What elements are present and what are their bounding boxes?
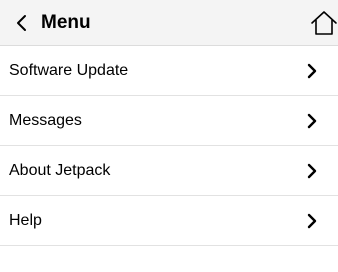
chevron-right-icon [307, 63, 317, 79]
menu-item-help[interactable]: Help [0, 196, 338, 246]
menu-item-label: About Jetpack [9, 162, 111, 179]
page-title: Menu [41, 12, 91, 33]
home-button[interactable] [309, 8, 338, 38]
chevron-right-icon [307, 163, 317, 179]
home-icon [311, 11, 337, 35]
header-bar: Menu [0, 0, 338, 46]
menu-screen: Menu Software Update Messages About Jetp… [0, 0, 338, 272]
chevron-left-icon [17, 15, 26, 31]
menu-item-label: Help [9, 212, 42, 229]
chevron-right-icon [307, 113, 317, 129]
menu-item-software-update[interactable]: Software Update [0, 46, 338, 96]
menu-list: Software Update Messages About Jetpack H… [0, 46, 338, 246]
menu-item-about-jetpack[interactable]: About Jetpack [0, 146, 338, 196]
menu-item-label: Messages [9, 112, 82, 129]
chevron-right-icon [307, 213, 317, 229]
menu-item-label: Software Update [9, 62, 129, 79]
back-button[interactable] [8, 10, 34, 36]
menu-item-messages[interactable]: Messages [0, 96, 338, 146]
